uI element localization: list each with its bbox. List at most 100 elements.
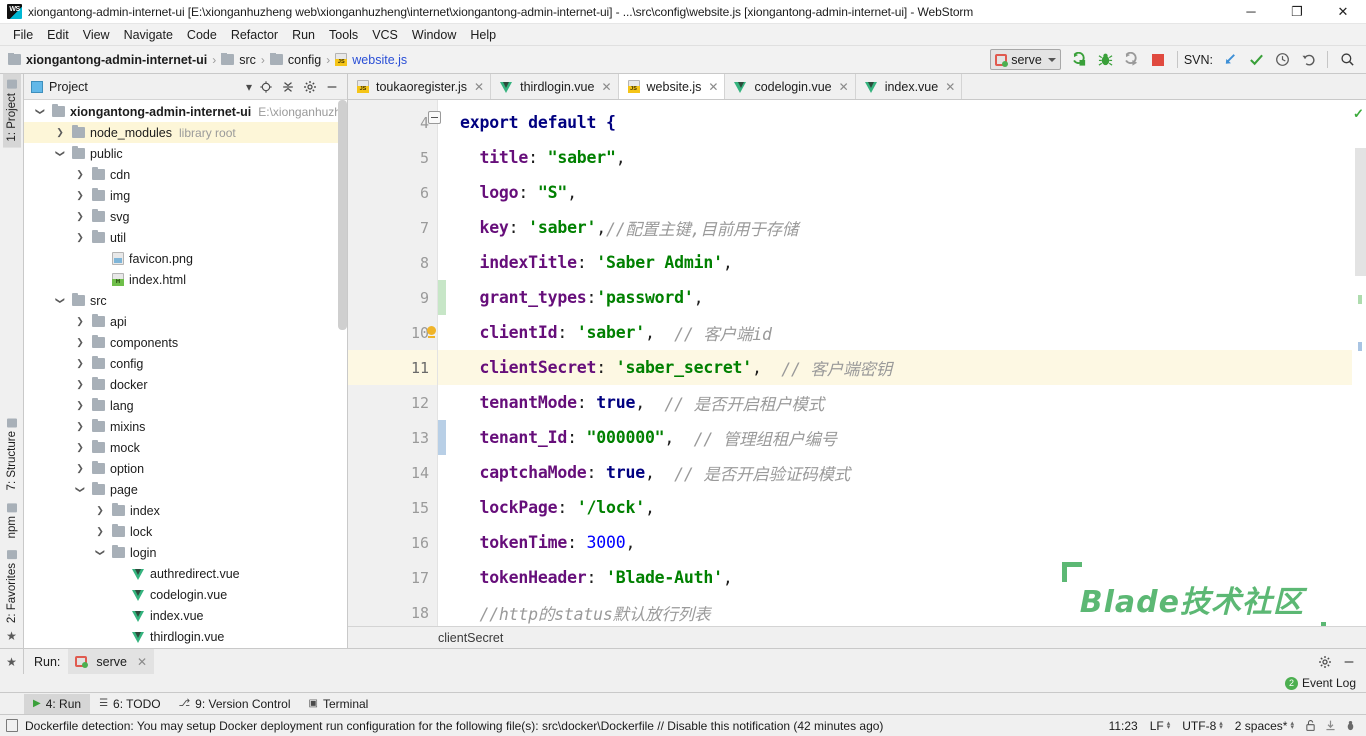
chevron-right-icon[interactable]: ❯	[74, 380, 86, 389]
svn-rollback-icon[interactable]	[1295, 48, 1321, 72]
chevron-right-icon[interactable]: ❯	[74, 443, 86, 452]
code-line[interactable]: tokenHeader: 'Blade-Auth',	[438, 560, 1352, 595]
code-line[interactable]: clientId: 'saber', // 客户端id	[438, 315, 1352, 350]
chevron-right-icon[interactable]: ❯	[74, 338, 86, 347]
breadcrumb-item-xiongantong-admin-internet-ui[interactable]: xiongantong-admin-internet-ui	[8, 52, 207, 67]
tree-node-docker[interactable]: ❯ docker	[24, 374, 347, 395]
code-area[interactable]: export default { title: "saber", logo: "…	[438, 100, 1352, 626]
tree-node-cdn[interactable]: ❯ cdn	[24, 164, 347, 185]
chevron-right-icon[interactable]: ❯	[74, 422, 86, 431]
tree-node-favicon-png[interactable]: favicon.png	[24, 248, 347, 269]
tree-node-mixins[interactable]: ❯ mixins	[24, 416, 347, 437]
menu-item-file[interactable]: File	[6, 25, 40, 45]
chevron-right-icon[interactable]: ❯	[94, 506, 106, 515]
tool-window-6-todo[interactable]: ☰ 6: TODO	[90, 694, 170, 714]
hide-panel-icon[interactable]	[321, 76, 343, 98]
collapse-all-icon[interactable]	[277, 76, 299, 98]
download-icon[interactable]	[1320, 719, 1340, 732]
editor-tab-index-vue[interactable]: index.vue ✕	[856, 74, 963, 99]
tree-node-index[interactable]: ❯ index	[24, 500, 347, 521]
code-line[interactable]: //http的status默认放行列表	[438, 595, 1352, 626]
menu-item-edit[interactable]: Edit	[40, 25, 76, 45]
editor-breadcrumb[interactable]: clientSecret	[348, 626, 1366, 648]
locate-icon[interactable]	[255, 76, 277, 98]
tree-node-lang[interactable]: ❯ lang	[24, 395, 347, 416]
tree-node-thirdlogin-vue[interactable]: thirdlogin.vue	[24, 626, 347, 647]
tab-close-icon[interactable]: ✕	[945, 80, 955, 94]
tree-node-components[interactable]: ❯ components	[24, 332, 347, 353]
tree-node-xiongantong-admin-internet-ui[interactable]: ❯ xiongantong-admin-internet-ui E:\xiongan…	[24, 101, 347, 122]
maximize-button[interactable]: ❐	[1274, 0, 1320, 24]
tree-node-api[interactable]: ❯ api	[24, 311, 347, 332]
code-line[interactable]: captchaMode: true, // 是否开启验证码模式	[438, 455, 1352, 490]
menu-item-tools[interactable]: Tools	[322, 25, 365, 45]
tree-node-page[interactable]: ❯ page	[24, 479, 347, 500]
editor-scrollbar[interactable]	[1355, 148, 1366, 276]
editor-tab-website-js[interactable]: website.js ✕	[618, 74, 726, 99]
tree-node-config[interactable]: ❯ config	[24, 353, 347, 374]
code-line[interactable]: tenantMode: true, // 是否开启租户模式	[438, 385, 1352, 420]
tab-close-icon[interactable]: ✕	[839, 80, 849, 94]
project-dropdown-icon[interactable]: ▾	[243, 76, 255, 98]
run-tab-close-icon[interactable]: ✕	[137, 655, 147, 669]
chevron-right-icon[interactable]: ❯	[74, 191, 86, 200]
tree-node-option[interactable]: ❯ option	[24, 458, 347, 479]
code-line[interactable]: key: 'saber',//配置主键,目前用于存储	[438, 210, 1352, 245]
chevron-right-icon[interactable]: ❯	[54, 128, 66, 137]
menu-item-view[interactable]: View	[76, 25, 117, 45]
status-indent[interactable]: 2 spaces* ▴ ▾	[1229, 719, 1300, 733]
project-tree-scrollbar[interactable]	[338, 100, 347, 330]
code-line[interactable]: tenant_Id: "000000", // 管理组租户编号	[438, 420, 1352, 455]
code-line[interactable]: export default {	[438, 105, 1352, 140]
menu-item-navigate[interactable]: Navigate	[117, 25, 180, 45]
editor-tab-codelogin-vue[interactable]: codelogin.vue ✕	[725, 74, 856, 99]
chevron-right-icon[interactable]: ❯	[74, 317, 86, 326]
svn-update-icon[interactable]	[1217, 48, 1243, 72]
tree-node-lock[interactable]: ❯ lock	[24, 521, 347, 542]
tool-window-9-version-control[interactable]: ⎇ 9: Version Control	[170, 694, 300, 714]
debug-button[interactable]	[1093, 48, 1119, 72]
code-line[interactable]: lockPage: '/lock',	[438, 490, 1352, 525]
breadcrumb-item-website-js[interactable]: website.js	[335, 53, 407, 67]
chevron-right-icon[interactable]: ❯	[74, 212, 86, 221]
chevron-right-icon[interactable]: ❯	[94, 527, 106, 536]
tab-close-icon[interactable]: ✕	[474, 80, 484, 94]
chevron-down-icon[interactable]: ❯	[36, 106, 46, 118]
tool-tab-7-structure[interactable]: 7: Structure	[3, 412, 21, 496]
intention-bulb-icon[interactable]	[426, 326, 437, 338]
status-line-separator[interactable]: LF ▴ ▾	[1144, 719, 1177, 733]
chevron-right-icon[interactable]: ❯	[74, 401, 86, 410]
code-line[interactable]: logo: "S",	[438, 175, 1352, 210]
favorites-star-icon-strip[interactable]: ★	[6, 629, 17, 648]
menu-item-refactor[interactable]: Refactor	[224, 25, 285, 45]
svn-history-icon[interactable]	[1269, 48, 1295, 72]
tool-tab-npm[interactable]: npm	[3, 497, 21, 544]
tree-node-mock[interactable]: ❯ mock	[24, 437, 347, 458]
chevron-down-icon[interactable]: ❯	[96, 547, 106, 559]
gear-icon[interactable]	[299, 76, 321, 98]
menu-item-code[interactable]: Code	[180, 25, 224, 45]
tree-node-util[interactable]: ❯ util	[24, 227, 347, 248]
tree-node-authredirect-vue[interactable]: authredirect.vue	[24, 563, 347, 584]
code-line[interactable]: clientSecret: 'saber_secret', // 客户端密钥	[438, 350, 1352, 385]
inspection-ok-icon[interactable]: ✓	[1353, 106, 1364, 122]
search-icon[interactable]	[1334, 48, 1360, 72]
unlocked-icon[interactable]	[1300, 719, 1320, 732]
editor-tab-thirdlogin-vue[interactable]: thirdlogin.vue ✕	[491, 74, 619, 99]
project-tree[interactable]: ❯ xiongantong-admin-internet-ui E:\xiongan…	[24, 100, 347, 648]
event-log-link[interactable]: Event Log	[1302, 676, 1356, 690]
editor-gutter[interactable]: 4 5 6 7 8 9 10 11 12 13 14 15 16 17 18	[348, 100, 441, 626]
close-button[interactable]: ✕	[1320, 0, 1366, 24]
tab-close-icon[interactable]: ✕	[601, 80, 611, 94]
tree-node-index-html[interactable]: index.html	[24, 269, 347, 290]
run-window-gear-icon[interactable]	[1314, 651, 1336, 673]
tree-node-node-modules[interactable]: ❯ node_modules library root	[24, 122, 347, 143]
chevron-down-icon[interactable]: ❯	[56, 148, 66, 160]
tree-node-public[interactable]: ❯ public	[24, 143, 347, 164]
favorites-star-icon[interactable]: ★	[0, 649, 24, 674]
svn-commit-icon[interactable]	[1243, 48, 1269, 72]
tree-node-svg[interactable]: ❯ svg	[24, 206, 347, 227]
chevron-down-icon[interactable]: ❯	[76, 484, 86, 496]
breadcrumb-item-src[interactable]: src	[221, 52, 256, 67]
chevron-right-icon[interactable]: ❯	[74, 233, 86, 242]
